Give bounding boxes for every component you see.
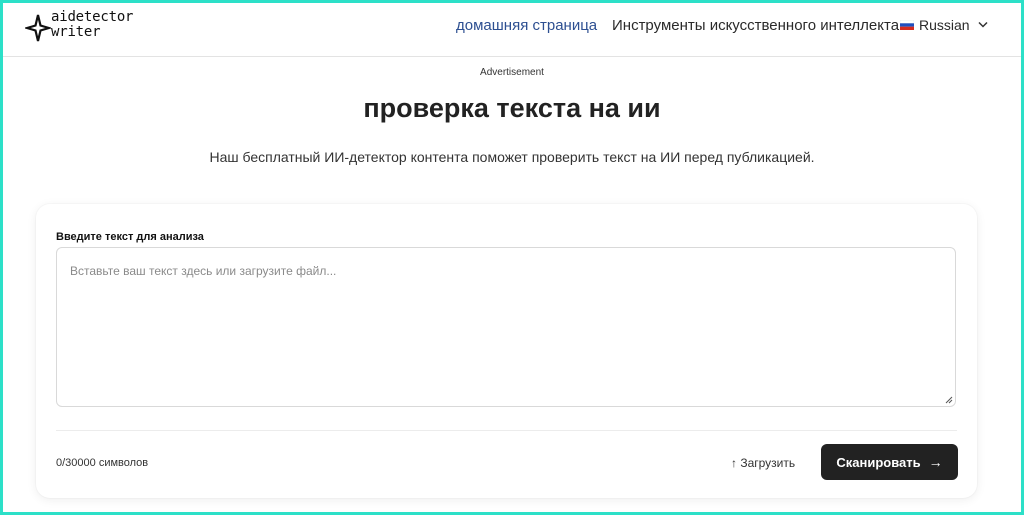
text-input-placeholder: Вставьте ваш текст здесь или загрузите ф… [70, 264, 337, 278]
site-header: aidetector writer домашняя страница Инст… [3, 3, 1021, 57]
scan-label: Сканировать [836, 454, 921, 470]
arrow-right-icon: → [928, 454, 943, 470]
site-logo[interactable]: aidetector writer [25, 9, 145, 49]
upload-button[interactable]: ↑ Загрузить [731, 456, 795, 470]
page-subtitle: Наш бесплатный ИИ-детектор контента помо… [209, 149, 815, 165]
logo-line2: writer [51, 24, 101, 40]
analysis-card: Введите текст для анализа Вставьте ваш т… [36, 204, 977, 498]
logo-line1: aidetector [51, 9, 134, 25]
language-selector[interactable]: Russian [900, 17, 988, 33]
advertisement-label: Advertisement [480, 67, 544, 78]
upload-label: Загрузить [740, 456, 796, 470]
language-label: Russian [919, 17, 970, 33]
nav-home-link[interactable]: домашняя страница [456, 17, 597, 34]
text-input-label: Введите текст для анализа [56, 231, 204, 243]
resize-handle-icon[interactable] [945, 396, 953, 404]
character-counter: 0/30000 символов [56, 457, 149, 469]
chevron-down-icon [978, 19, 988, 31]
sparkle-logo-icon [25, 14, 51, 42]
upload-arrow-icon: ↑ [731, 456, 737, 470]
text-input-area[interactable]: Вставьте ваш текст здесь или загрузите ф… [56, 247, 956, 407]
card-divider [56, 430, 957, 431]
russia-flag-icon [900, 20, 914, 30]
nav-ai-tools-link[interactable]: Инструменты искусственного интеллекта [612, 17, 899, 34]
scan-button[interactable]: Сканировать → [821, 444, 958, 480]
page-title: проверка текста на ии [363, 93, 661, 123]
